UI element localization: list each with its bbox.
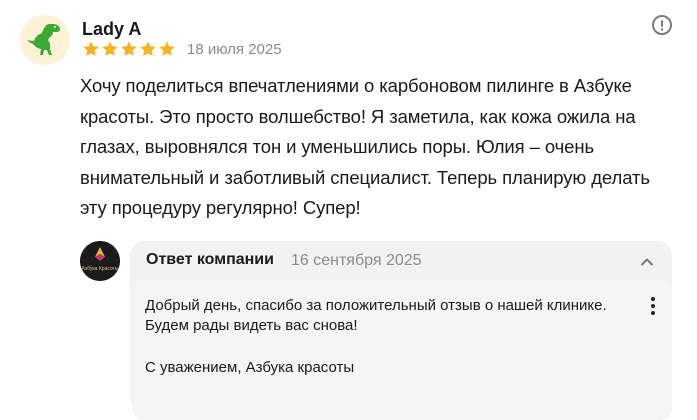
reply-date: 16 сентября 2025 bbox=[291, 252, 422, 269]
review-date: 18 июля 2025 bbox=[187, 40, 282, 58]
company-reply: Ответ компании 16 сентября 2025 Добрый д… bbox=[130, 241, 672, 420]
rating-row: 18 июля 2025 bbox=[82, 40, 282, 58]
reply-text: Добрый день, спасибо за положительный от… bbox=[145, 297, 607, 334]
company-logo-text: Азбука Красоты bbox=[82, 266, 119, 272]
star-icon bbox=[83, 41, 99, 56]
star-icon bbox=[102, 41, 118, 56]
author-avatar[interactable] bbox=[20, 15, 70, 65]
review-author-name[interactable]: Lady A bbox=[82, 19, 141, 40]
kebab-menu-icon[interactable] bbox=[649, 296, 657, 316]
review-text: Хочу поделиться впечатлениями о карбонов… bbox=[80, 75, 650, 218]
star-rating bbox=[82, 40, 176, 58]
star-icon bbox=[121, 41, 137, 56]
company-logo[interactable]: Азбука Красоты bbox=[80, 241, 120, 281]
chevron-up-icon[interactable] bbox=[639, 254, 655, 270]
reply-signature: С уважением, Азбука красоты bbox=[145, 359, 355, 376]
exclamation-circle-icon bbox=[660, 20, 664, 31]
reply-title[interactable]: Ответ компании bbox=[146, 251, 274, 269]
report-button[interactable] bbox=[652, 15, 672, 35]
company-logo-image: Азбука Красоты bbox=[80, 241, 120, 281]
star-icon bbox=[159, 41, 175, 56]
green-dinosaur-icon bbox=[27, 24, 60, 55]
reply-body: Добрый день, спасибо за положительный от… bbox=[132, 280, 672, 420]
star-icon bbox=[140, 41, 156, 56]
